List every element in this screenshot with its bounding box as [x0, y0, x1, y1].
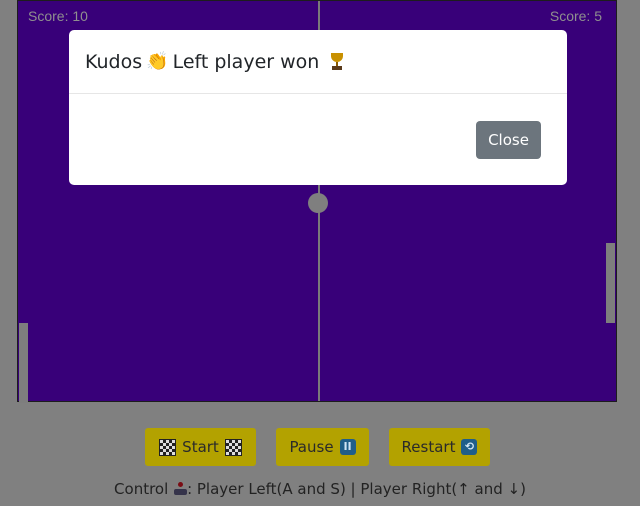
pause-icon: II	[339, 439, 356, 455]
joystick-icon	[173, 481, 188, 495]
right-paddle	[606, 243, 615, 323]
right-score: Score: 5	[549, 8, 602, 24]
modal-header: Kudos 👏 Left player won	[69, 30, 567, 94]
left-paddle	[19, 323, 28, 403]
start-button[interactable]: Start	[145, 428, 256, 466]
control-text: : Player Left(A and S) | Player Right(↑ …	[187, 480, 526, 498]
restart-button[interactable]: Restart ⟲	[389, 428, 490, 466]
clapping-hands-icon: 👏	[146, 51, 169, 72]
close-button[interactable]: Close	[476, 121, 541, 159]
controls-bar: Start Pause II Restart ⟲	[0, 428, 640, 466]
control-prefix: Control	[114, 480, 169, 498]
checkered-flag-icon	[224, 438, 242, 456]
checkered-flag-icon	[159, 438, 177, 456]
pause-button[interactable]: Pause II	[276, 428, 369, 466]
winner-modal: Kudos 👏 Left player won Close	[69, 30, 567, 185]
modal-title-text: Left player won	[172, 50, 320, 73]
left-score: Score: 10	[28, 8, 88, 24]
ball	[308, 193, 328, 213]
start-label: Start	[182, 438, 219, 456]
restart-icon: ⟲	[461, 439, 478, 455]
modal-title-prefix: Kudos	[85, 50, 143, 73]
control-instructions: Control : Player Left(A and S) | Player …	[0, 480, 640, 498]
pause-label: Pause	[289, 438, 334, 456]
trophy-icon	[329, 52, 345, 71]
restart-label: Restart	[401, 438, 456, 456]
